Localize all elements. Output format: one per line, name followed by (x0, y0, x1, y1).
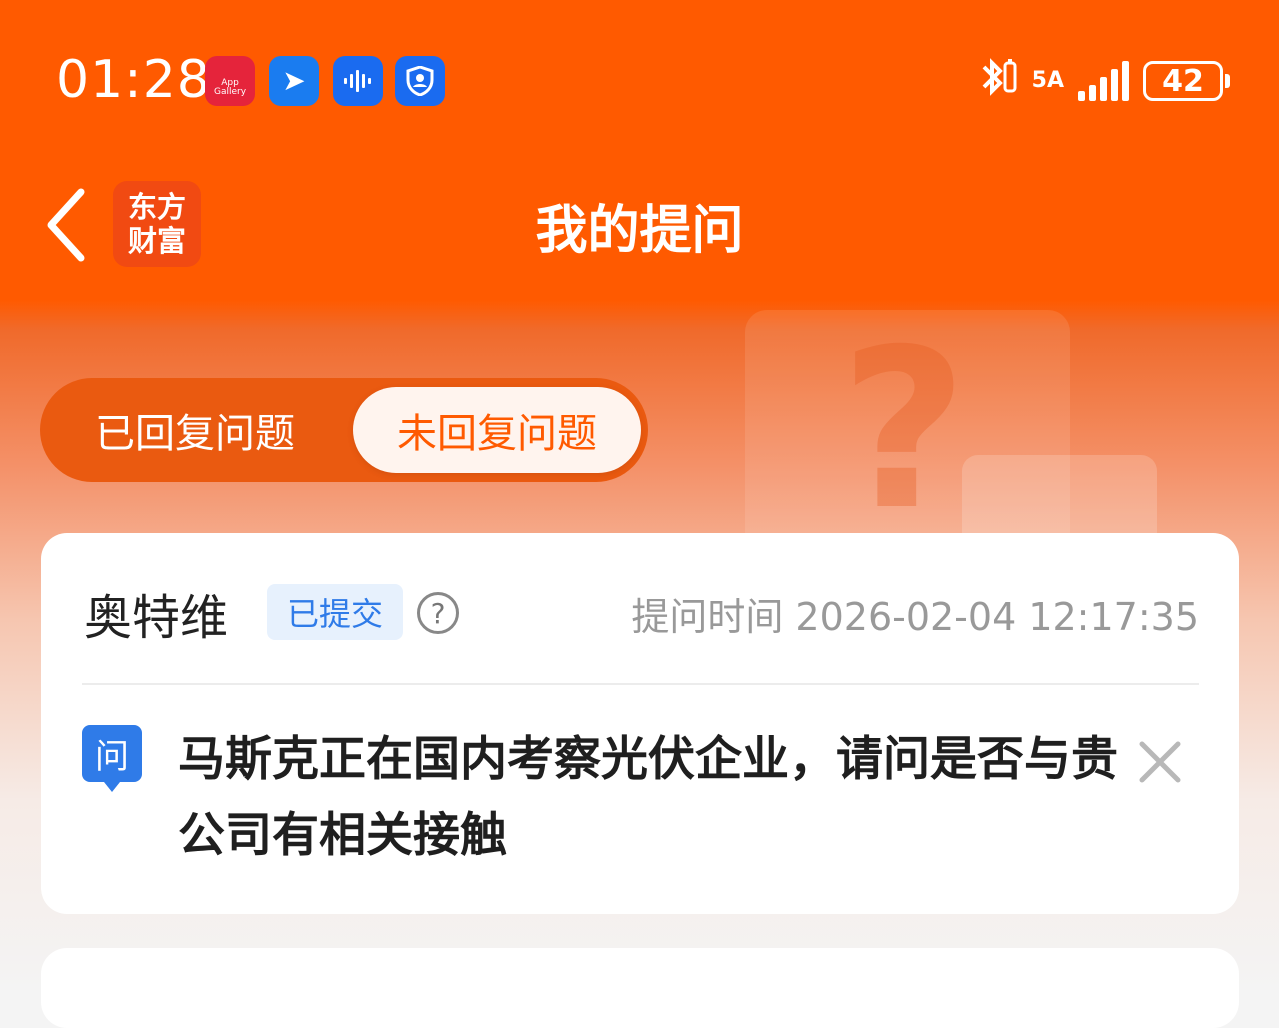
question-text[interactable]: 马斯克正在国内考察光伏企业，请问是否与贵公司有相关接触 (178, 722, 1128, 874)
question-badge-label: 问 (95, 737, 129, 777)
shield-user-icon (395, 56, 445, 106)
status-bar: 01:28 App Gallery ➤ 5A 42 (0, 0, 1279, 160)
help-icon[interactable]: ? (417, 592, 459, 634)
status-time: 01:28 (56, 50, 211, 110)
app-gallery-label: App Gallery (213, 78, 247, 97)
tab-unreplied[interactable]: 未回复问题 (353, 387, 641, 473)
battery-level: 42 (1162, 63, 1204, 99)
app-gallery-icon: App Gallery (205, 56, 255, 106)
status-badge: 已提交 (267, 584, 403, 640)
bluetooth-icon (978, 55, 1018, 108)
network-type-label: 5A (1031, 68, 1064, 93)
tab-replied[interactable]: 已回复问题 (40, 378, 350, 482)
status-indicators: 5A 42 (978, 55, 1230, 108)
close-icon[interactable] (1132, 734, 1188, 790)
page-title: 我的提问 (535, 201, 744, 261)
question-mark-illustration-icon: ? (840, 302, 968, 558)
paper-plane-icon: ➤ (269, 56, 319, 106)
battery-icon: 42 (1143, 61, 1230, 101)
company-name[interactable]: 奥特维 (84, 578, 228, 648)
next-question-card[interactable] (41, 948, 1239, 1028)
signal-strength-icon (1078, 61, 1129, 101)
divider (82, 683, 1199, 685)
voice-recorder-icon (333, 56, 383, 106)
question-badge-icon: 问 (82, 725, 142, 792)
ask-time: 提问时间 2026-02-04 12:17:35 (631, 595, 1199, 639)
